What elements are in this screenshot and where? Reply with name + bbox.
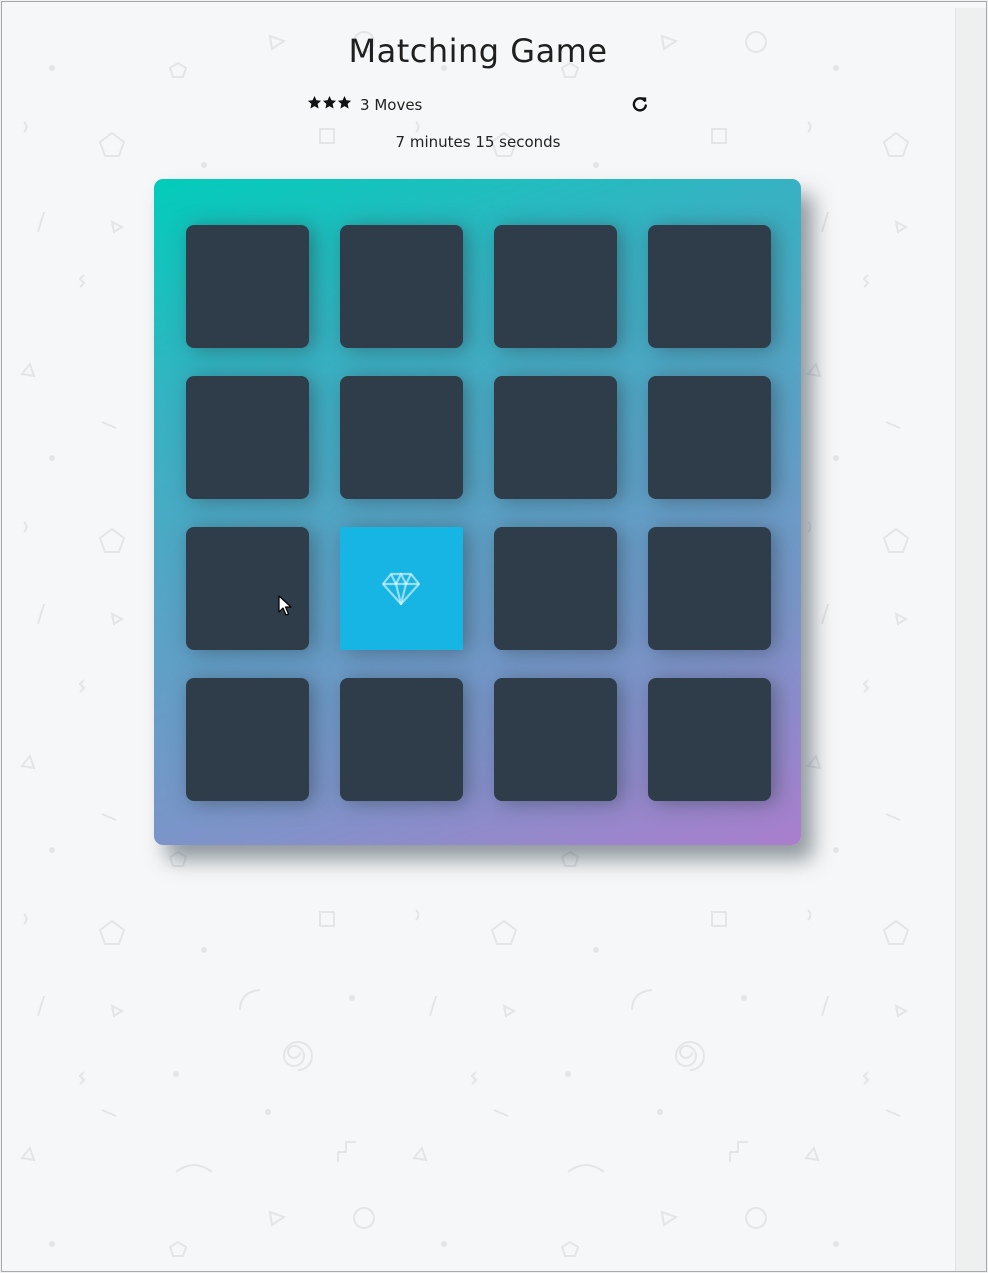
moves-label: Moves — [374, 96, 423, 114]
card-hidden[interactable] — [340, 376, 463, 499]
star-rating — [307, 95, 352, 110]
repeat-icon — [632, 97, 647, 112]
diamond-icon — [381, 572, 421, 606]
card-hidden[interactable] — [494, 527, 617, 650]
moves-count: 3 — [360, 96, 370, 114]
card-hidden[interactable] — [494, 225, 617, 348]
star-icon — [322, 95, 337, 109]
browser-window: Matching Game 3 Moves 7 minutes 15 secon… — [1, 1, 987, 1272]
game-timer: 7 minutes 15 seconds — [395, 133, 561, 151]
card-hidden[interactable] — [494, 376, 617, 499]
card-hidden[interactable] — [340, 225, 463, 348]
card-deck — [154, 179, 801, 845]
card-hidden[interactable] — [186, 376, 309, 499]
card-hidden[interactable] — [648, 376, 771, 499]
card-hidden[interactable] — [186, 527, 309, 650]
moves-counter: 3 Moves — [360, 96, 422, 114]
card-hidden[interactable] — [648, 527, 771, 650]
card-hidden[interactable] — [494, 678, 617, 801]
card-hidden[interactable] — [648, 225, 771, 348]
card-hidden[interactable] — [340, 678, 463, 801]
star-icon — [337, 95, 352, 109]
restart-button[interactable] — [631, 95, 649, 113]
page-title: Matching Game — [348, 32, 608, 70]
star-icon — [307, 95, 322, 109]
card-open[interactable] — [340, 527, 463, 650]
score-panel: 3 Moves — [307, 95, 652, 117]
window-scroll-edge — [955, 8, 986, 1271]
card-hidden[interactable] — [186, 225, 309, 348]
mouse-cursor-icon — [278, 595, 292, 616]
card-hidden[interactable] — [186, 678, 309, 801]
card-hidden[interactable] — [648, 678, 771, 801]
